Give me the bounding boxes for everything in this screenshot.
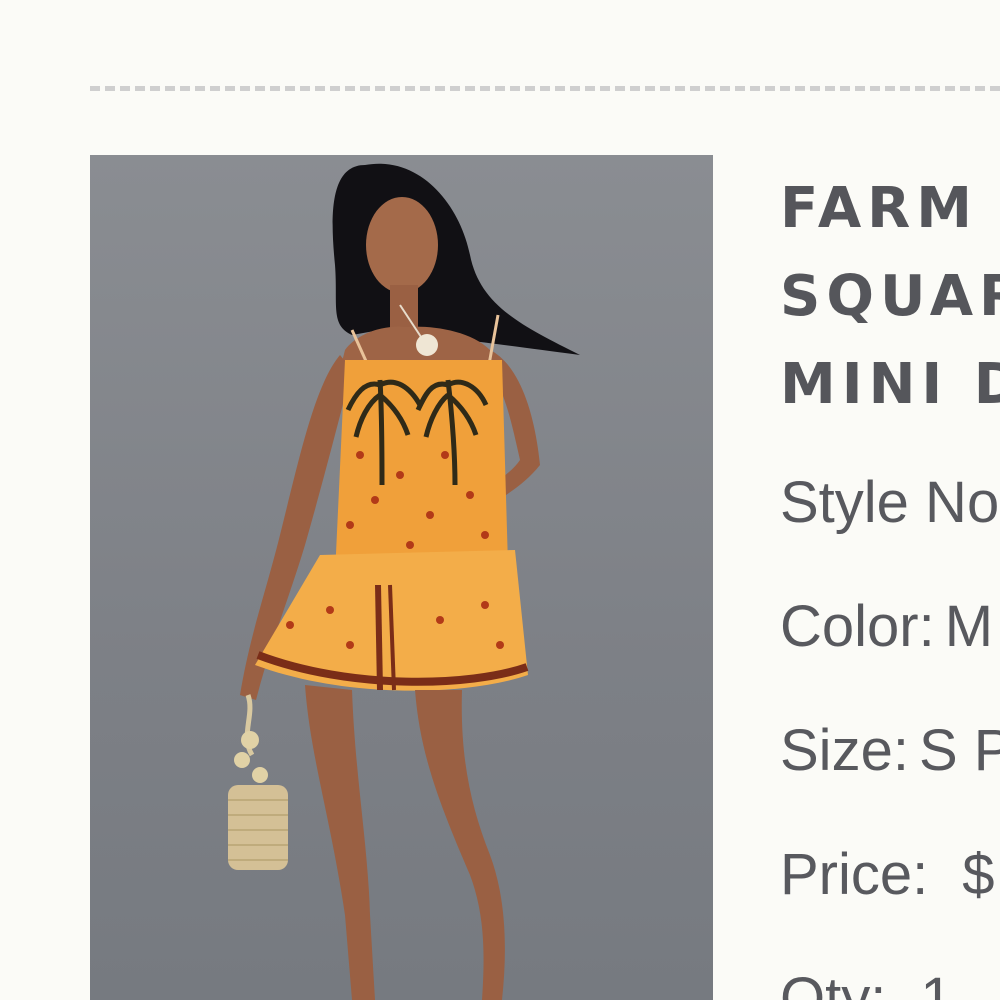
bucket-bag xyxy=(228,694,288,870)
model-illustration xyxy=(228,163,580,1000)
style-number-label: Style No xyxy=(780,470,1000,535)
color-label: Color: xyxy=(780,594,935,659)
price-value: $ xyxy=(962,842,995,907)
order-item-page: FARM R SQUARE MINI D Style No Color:M Si… xyxy=(0,0,1000,1000)
size-label: Size: xyxy=(780,718,909,783)
color-attribute: Color: M xyxy=(780,597,993,657)
color-value: M xyxy=(944,594,994,659)
qty-attribute: Qty: 1 xyxy=(780,969,953,1000)
product-title-line-2: SQUARE xyxy=(780,264,1000,329)
product-photo[interactable] xyxy=(90,155,713,1000)
product-title-line-1: FARM R xyxy=(780,176,1000,241)
dashed-divider xyxy=(90,86,1000,91)
price-attribute: Price: $ xyxy=(780,845,995,905)
style-number: Style No xyxy=(780,473,1000,533)
price-label: Price: xyxy=(780,842,929,907)
qty-label: Qty: xyxy=(780,966,887,1000)
size-value: S P xyxy=(918,718,1000,783)
product-details: FARM R SQUARE MINI D Style No Color:M Si… xyxy=(780,165,1000,1000)
product-title-line-3: MINI D xyxy=(780,352,1000,417)
size-attribute: Size: S P xyxy=(780,721,1000,781)
qty-value: 1 xyxy=(920,966,953,1000)
